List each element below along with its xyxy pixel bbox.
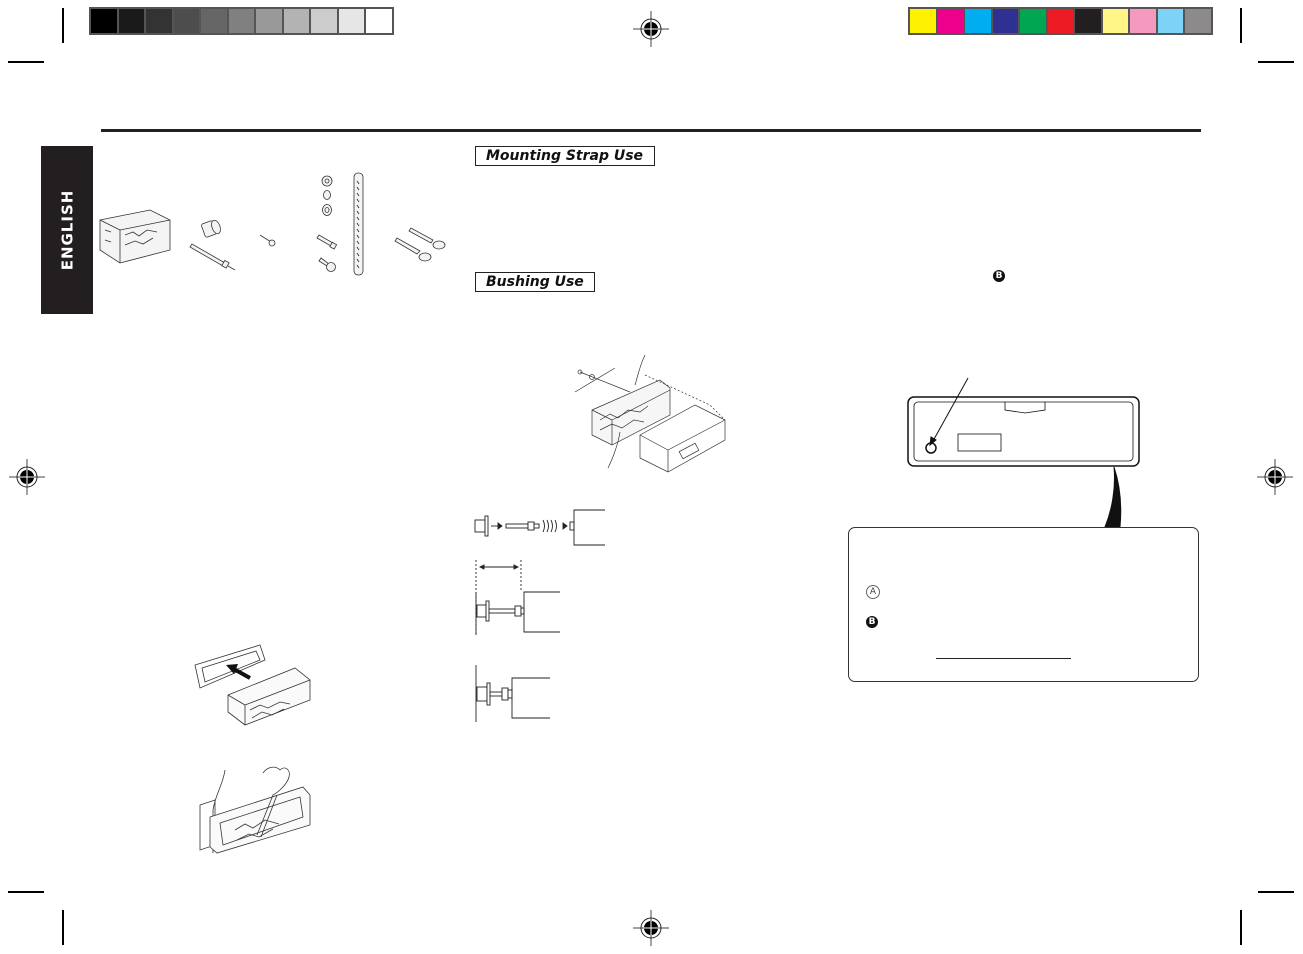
- registration-mark-icon: [633, 910, 669, 946]
- registration-mark-icon: [633, 11, 669, 47]
- registration-mark-icon: [9, 459, 45, 495]
- section-heading-mounting-strap: Mounting Strap Use: [475, 146, 655, 166]
- registration-mark-icon: [1257, 459, 1293, 495]
- crop-mark: [1240, 910, 1242, 945]
- process-color-swatch: [965, 9, 991, 33]
- stud-bolt-icon: [189, 243, 236, 271]
- faceplate-figure: [907, 377, 1140, 528]
- head-unit-icon: [99, 209, 171, 264]
- crop-mark: [1258, 891, 1294, 893]
- bushing-assembly-figure: [474, 509, 605, 722]
- callout-box: A B: [848, 527, 1199, 682]
- grayscale-swatch: [91, 9, 117, 33]
- marker-b-icon: B: [993, 270, 1005, 282]
- grayscale-swatch: [228, 9, 254, 33]
- grayscale-swatch: [366, 9, 392, 33]
- process-color-swatch: [1185, 9, 1211, 33]
- process-color-swatch: [1102, 9, 1128, 33]
- process-color-swatch: [910, 9, 936, 33]
- process-color-swatch: [1130, 9, 1156, 33]
- grayscale-swatch: [201, 9, 227, 33]
- grayscale-swatch: [118, 9, 144, 33]
- accessory-parts-figure: [99, 172, 446, 276]
- crop-mark: [62, 8, 64, 43]
- crop-mark: [8, 61, 44, 63]
- process-color-bar: [908, 7, 1213, 35]
- marker-a-icon: A: [866, 585, 880, 599]
- process-color-swatch: [937, 9, 963, 33]
- section-heading-bushing: Bushing Use: [475, 272, 595, 292]
- process-color-swatch: [1075, 9, 1101, 33]
- crop-mark: [1240, 8, 1242, 43]
- hex-bolt-icon: [316, 234, 338, 250]
- language-tab: ENGLISH: [41, 146, 93, 314]
- process-color-swatch: [992, 9, 1018, 33]
- header-rule: [101, 129, 1201, 132]
- process-color-swatch: [1020, 9, 1046, 33]
- unit-insertion-figure: [194, 644, 311, 726]
- grayscale-swatch: [338, 9, 364, 33]
- grayscale-color-bar: [89, 7, 394, 35]
- underline-rule: [936, 658, 1071, 659]
- grayscale-swatch: [311, 9, 337, 33]
- marker-b-icon: B: [866, 616, 878, 628]
- process-color-swatch: [1047, 9, 1073, 33]
- tapping-screw-icon: [318, 257, 336, 272]
- process-color-swatch: [1157, 9, 1183, 33]
- language-tab-label: ENGLISH: [58, 189, 77, 271]
- nut-icon: [321, 175, 333, 216]
- grayscale-swatch: [146, 9, 172, 33]
- unit-removal-figure: [199, 766, 311, 854]
- grayscale-swatch: [173, 9, 199, 33]
- mounting-strap-sleeve-figure: [574, 354, 726, 473]
- grayscale-swatch: [283, 9, 309, 33]
- bushing-icon: [201, 219, 221, 238]
- crop-mark: [1258, 61, 1294, 63]
- crop-mark: [8, 891, 44, 893]
- crop-mark: [62, 910, 64, 945]
- removal-tool-icon: [394, 227, 446, 262]
- mounting-strap-icon: [353, 172, 364, 276]
- screw-icon: [259, 234, 276, 247]
- grayscale-swatch: [256, 9, 282, 33]
